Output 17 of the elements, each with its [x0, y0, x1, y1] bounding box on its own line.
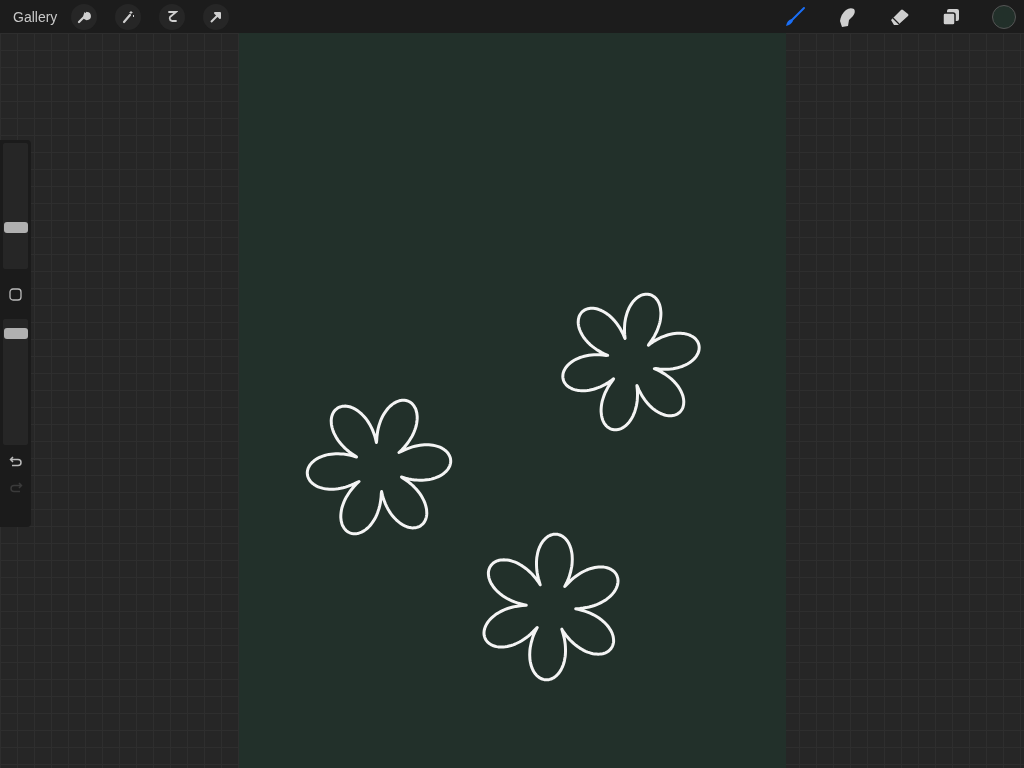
- layers-icon: [941, 6, 961, 27]
- arrow-icon: [209, 9, 224, 24]
- magic-wand-icon: [121, 9, 136, 24]
- action-button[interactable]: [203, 3, 230, 30]
- color-swatch[interactable]: [992, 4, 1016, 29]
- square-icon[interactable]: [9, 288, 22, 301]
- s-curve-icon: [166, 9, 179, 24]
- action-button[interactable]: [159, 3, 186, 30]
- brush-icon: [784, 5, 806, 28]
- slider-thumb[interactable]: [4, 328, 28, 340]
- action-button[interactable]: [115, 3, 142, 30]
- action-button[interactable]: [71, 3, 98, 30]
- brush-size-slider[interactable]: [3, 143, 28, 269]
- slider-thumb[interactable]: [4, 222, 28, 234]
- gallery-link[interactable]: Gallery: [13, 8, 58, 25]
- opacity-slider[interactable]: [3, 319, 28, 445]
- undo-icon[interactable]: [8, 455, 23, 467]
